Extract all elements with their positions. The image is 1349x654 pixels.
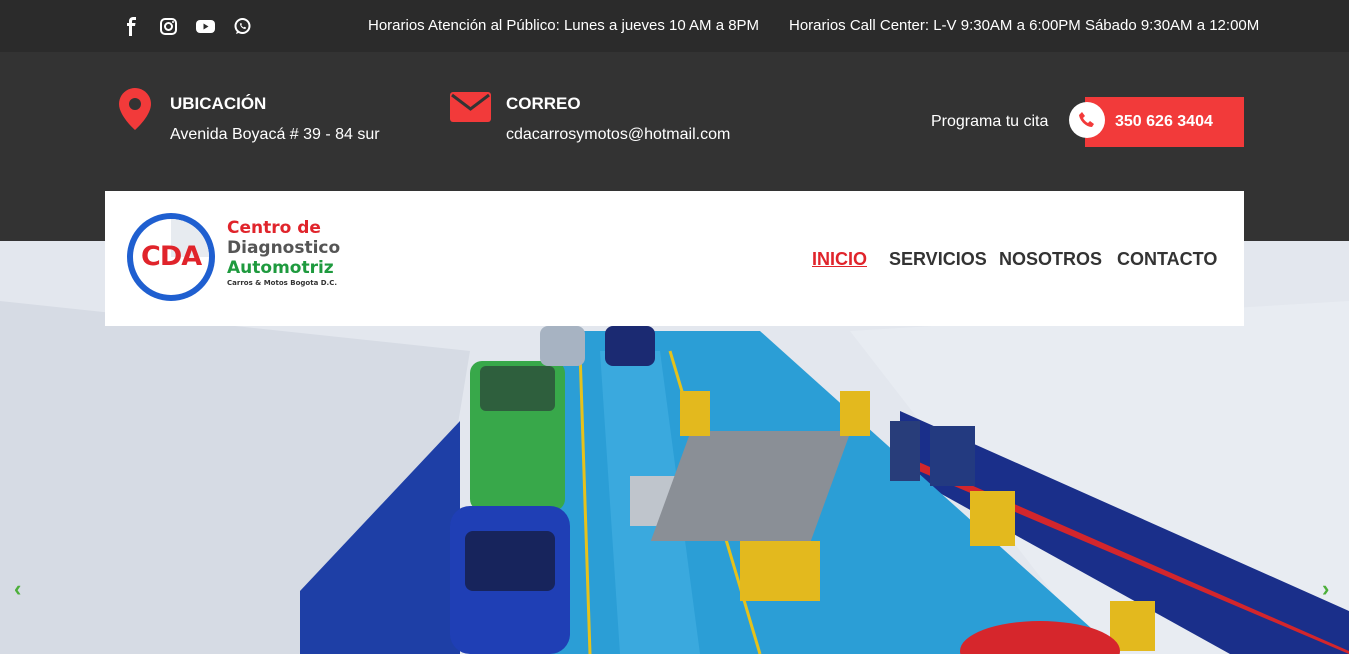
slider-next-arrow[interactable]: ›: [1322, 576, 1329, 602]
logo-subline: Carros & Motos Bogota D.C.: [227, 279, 337, 287]
slider-prev-arrow[interactable]: ‹: [14, 576, 21, 602]
logo-badge: CDA: [141, 241, 202, 272]
nav-contacto[interactable]: CONTACTO: [1117, 249, 1217, 270]
public-hours-text: Horarios Atención al Público: Lunes a ju…: [368, 17, 760, 34]
callcenter-hours-text: Horarios Call Center: L-V 9:30AM a 6:00P…: [789, 17, 1260, 34]
nav-inicio[interactable]: INICIO: [812, 249, 867, 270]
phone-number: 350 626 3404: [1115, 113, 1213, 130]
phone-button[interactable]: 350 626 3404: [1085, 97, 1244, 147]
logo-line-3: Automotriz: [227, 258, 334, 278]
instagram-icon[interactable]: [159, 17, 178, 36]
location-pin-icon: [119, 88, 151, 135]
cda-logo[interactable]: CDA: [125, 211, 221, 308]
top-bar: Horarios Atención al Público: Lunes a ju…: [0, 0, 1349, 52]
logo-line-2: Diagnostico: [227, 238, 341, 258]
nav-servicios[interactable]: SERVICIOS: [889, 249, 987, 270]
logo-line-1: Centro de: [227, 218, 321, 238]
email-address[interactable]: cdacarrosymotos@hotmail.com: [506, 126, 730, 144]
social-links: [122, 17, 252, 36]
main-header: CDA Centro de Diagnostico Automotriz Car…: [105, 191, 1244, 326]
phone-icon[interactable]: [1069, 102, 1105, 138]
logo-wordmark: Centro de Diagnostico Automotriz Carros …: [227, 218, 340, 288]
youtube-icon[interactable]: [196, 17, 215, 36]
envelope-icon: [450, 92, 491, 127]
whatsapp-icon[interactable]: [233, 17, 252, 36]
facebook-icon[interactable]: [122, 17, 141, 36]
email-title: CORREO: [506, 94, 581, 113]
appointment-label: Programa tu cita: [931, 113, 1049, 130]
location-title: UBICACIÓN: [170, 94, 267, 113]
nav-nosotros[interactable]: NOSOTROS: [999, 249, 1102, 270]
location-address: Avenida Boyacá # 39 - 84 sur: [170, 126, 380, 143]
